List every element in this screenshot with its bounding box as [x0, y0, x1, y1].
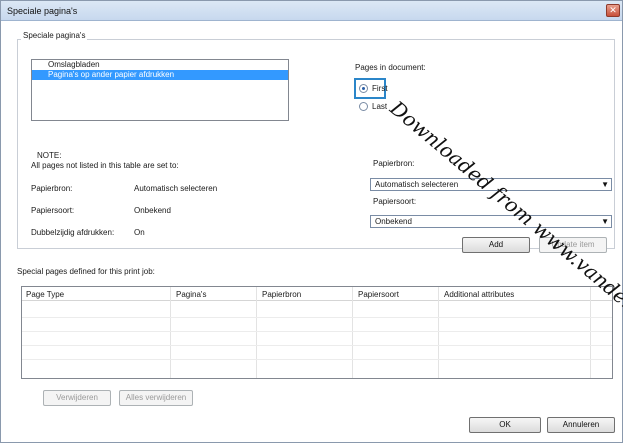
chevron-down-icon: ▼	[601, 180, 609, 189]
row-divider	[22, 331, 612, 332]
column-header[interactable]: Additional attributes	[444, 290, 514, 299]
column-divider	[170, 287, 171, 378]
close-icon[interactable]: ✕	[606, 4, 620, 17]
radio-first[interactable]: First	[359, 84, 388, 93]
radio-last[interactable]: Last	[359, 102, 387, 111]
group-label: Speciale pagina's	[21, 31, 88, 40]
radio-last-label: Last	[372, 102, 388, 111]
row-divider	[22, 317, 612, 318]
window-title: Speciale pagina's	[7, 6, 78, 16]
dialog-window: Speciale pagina's ✕ Speciale pagina's Om…	[0, 0, 623, 443]
column-divider	[590, 287, 591, 378]
column-divider	[352, 287, 353, 378]
note-duplex-value: On	[134, 228, 145, 237]
cancel-button[interactable]: Annuleren	[547, 417, 615, 433]
remove-all-button[interactable]: Alles verwijderen	[119, 390, 193, 406]
row-divider	[22, 359, 612, 360]
note-papierbron-label: Papierbron:	[31, 184, 73, 193]
column-divider	[256, 287, 257, 378]
note-text: All pages not listed in this table are s…	[31, 161, 179, 170]
note-papiersoort-label: Papiersoort:	[31, 206, 75, 215]
note-papierbron-value: Automatisch selecteren	[134, 184, 218, 193]
radio-first-label: First	[372, 84, 388, 93]
note-papiersoort-value: Onbekend	[134, 206, 171, 215]
special-pages-label: Special pages defined for this print job…	[17, 267, 155, 276]
papiersoort-dropdown-value: Onbekend	[375, 217, 412, 226]
column-header[interactable]: Pagina's	[176, 290, 206, 299]
special-pages-table[interactable]: Page Type Pagina's Papierbron Papiersoor…	[21, 286, 613, 379]
list-item[interactable]: Pagina's op ander papier afdrukken	[32, 70, 288, 80]
column-divider	[438, 287, 439, 378]
page-type-list[interactable]: Omslagbladen Pagina's op ander papier af…	[31, 59, 289, 121]
note-heading: NOTE:	[37, 151, 62, 160]
column-header[interactable]: Papiersoort	[358, 290, 399, 299]
ok-button[interactable]: OK	[469, 417, 541, 433]
table-header: Page Type Pagina's Papierbron Papiersoor…	[22, 287, 612, 301]
add-button[interactable]: Add	[462, 237, 530, 253]
column-header[interactable]: Page Type	[26, 290, 64, 299]
remove-button[interactable]: Verwijderen	[43, 390, 111, 406]
radio-selected-icon	[359, 84, 368, 93]
list-item[interactable]: Omslagbladen	[32, 60, 288, 70]
title-bar: Speciale pagina's ✕	[1, 1, 622, 21]
pages-in-document-label: Pages in document:	[355, 63, 426, 72]
papiersoort-dropdown[interactable]: Onbekend ▼	[370, 215, 612, 228]
column-header[interactable]: Papierbron	[262, 290, 301, 299]
papiersoort-label: Papiersoort:	[373, 197, 417, 206]
radio-unselected-icon	[359, 102, 368, 111]
note-duplex-label: Dubbelzijdig afdrukken:	[31, 228, 115, 237]
row-divider	[22, 345, 612, 346]
papierbron-dropdown-value: Automatisch selecteren	[375, 180, 459, 189]
papierbron-label: Papierbron:	[373, 159, 415, 168]
chevron-down-icon: ▼	[601, 217, 609, 226]
